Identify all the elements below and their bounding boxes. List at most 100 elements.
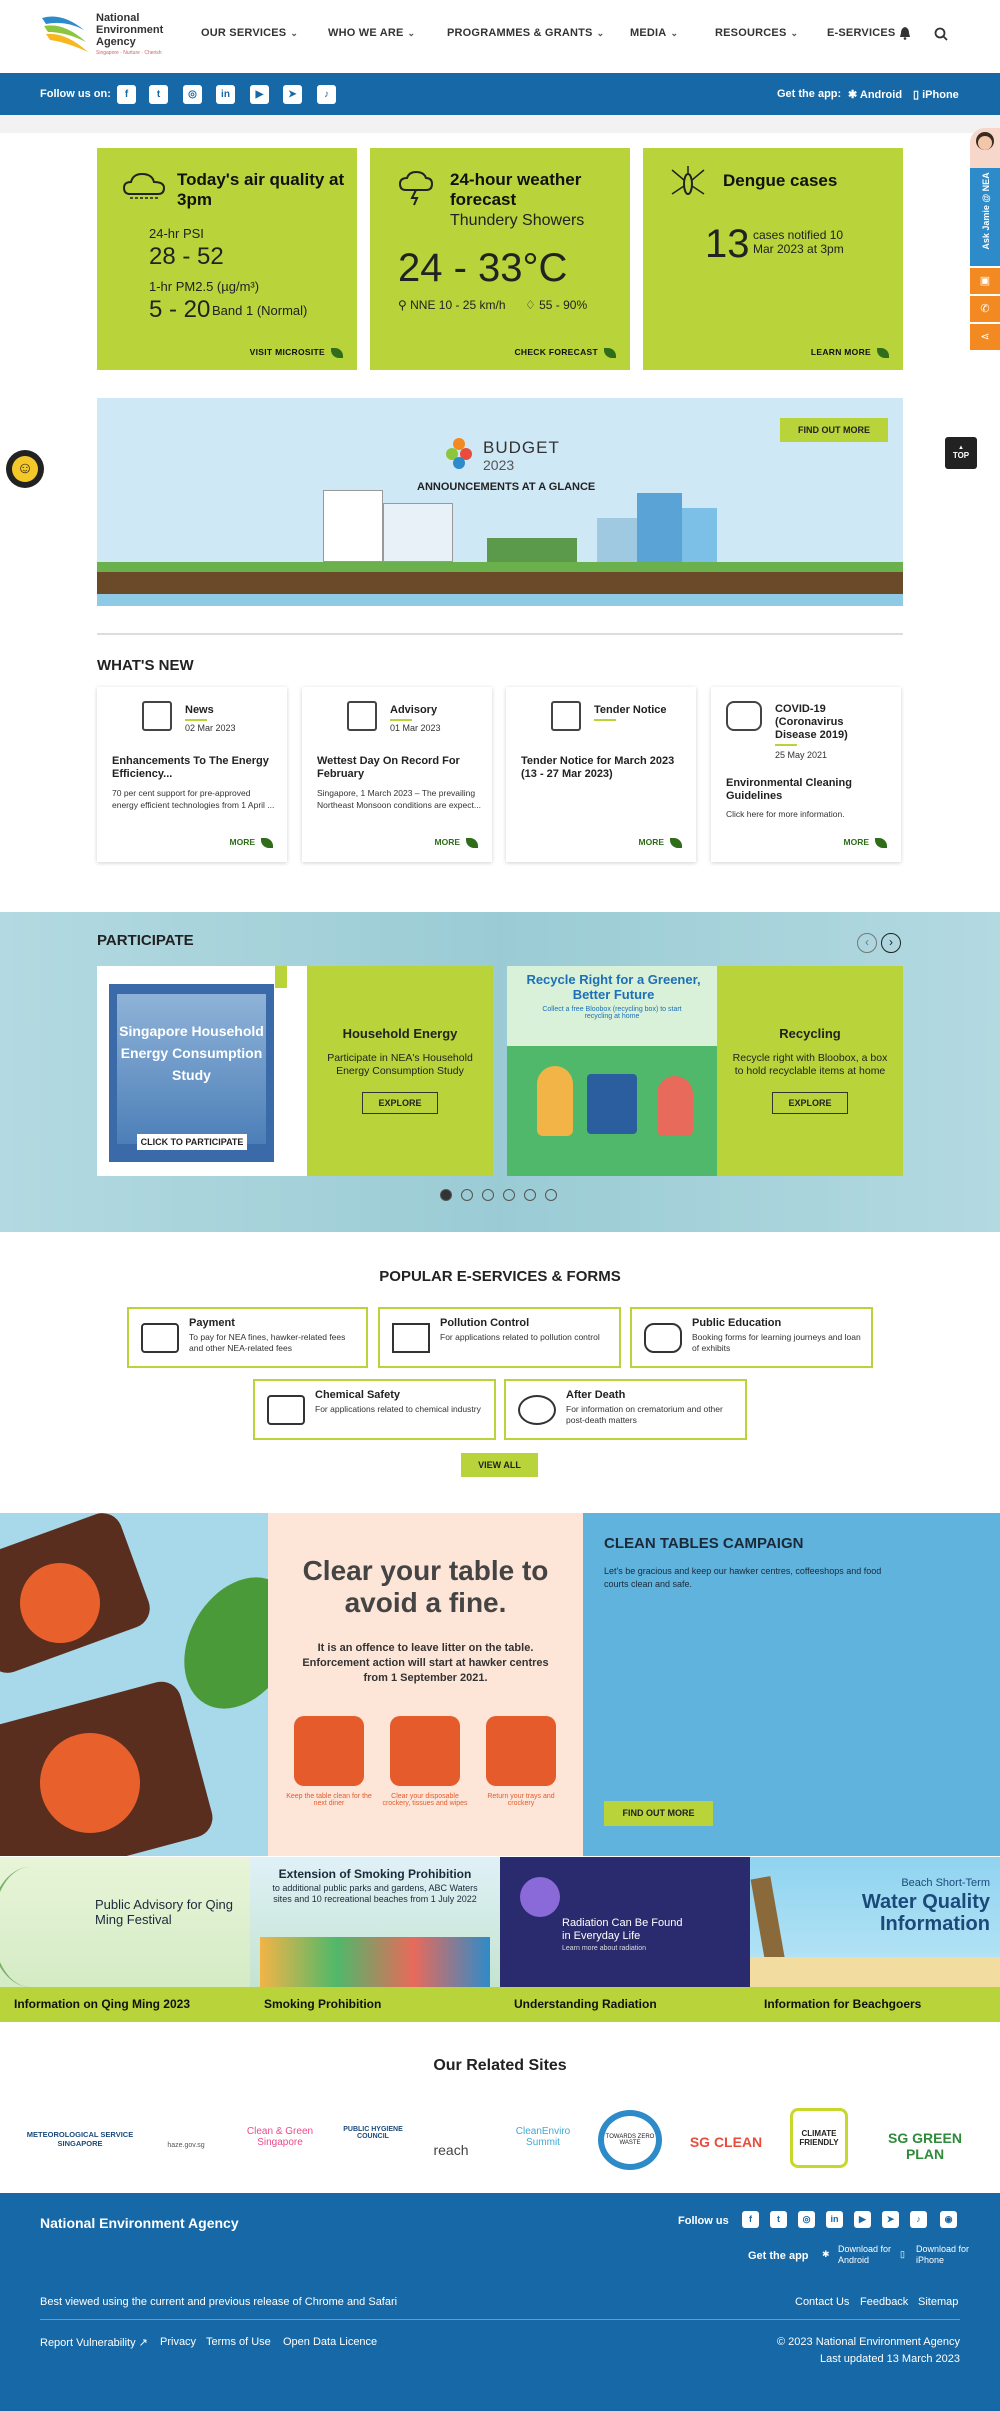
related-site-clean-green[interactable]: Clean & Green Singapore <box>240 2112 320 2162</box>
linkedin-icon[interactable]: in <box>216 85 235 104</box>
find-out-more-button[interactable]: FIND OUT MORE <box>780 418 888 442</box>
tiktok-icon[interactable]: ♪ <box>317 85 336 104</box>
instagram-icon[interactable]: ◎ <box>183 85 202 104</box>
beach-water-quality-promo[interactable]: Beach Short-Term Water Quality Informati… <box>750 1857 1000 2022</box>
leaf-arrow-icon <box>466 838 478 848</box>
sitemap-link[interactable]: Sitemap <box>918 2296 958 2308</box>
carousel-prev-button[interactable]: ‹ <box>857 933 877 953</box>
rss-icon[interactable]: ◉ <box>940 2211 957 2228</box>
nea-logo[interactable]: National Environment Agency Singapore · … <box>40 10 170 60</box>
report-vulnerability-link[interactable]: Report Vulnerability ↗ <box>40 2336 148 2349</box>
water-strip <box>97 594 903 606</box>
carousel-dot-1[interactable] <box>440 1189 452 1201</box>
eservice-chemical-safety[interactable]: Chemical Safety For applications related… <box>253 1379 496 1440</box>
explore-button[interactable]: EXPLORE <box>772 1092 848 1114</box>
more-link[interactable]: MORE <box>639 837 682 848</box>
tiktok-icon[interactable]: ♪ <box>910 2211 927 2228</box>
budget-banner[interactable]: BUDGET 2023 ANNOUNCEMENTS AT A GLANCE FI… <box>97 398 903 606</box>
share-icon[interactable]: ⋖ <box>970 324 1000 350</box>
check-forecast-link[interactable]: CHECK FORECAST <box>514 347 616 358</box>
nav-media[interactable]: MEDIA ⌄ <box>630 27 678 39</box>
site-label: haze.gov.sg <box>167 2142 205 2149</box>
feedback-link[interactable]: Feedback <box>860 2296 908 2308</box>
view-all-button[interactable]: VIEW ALL <box>461 1453 538 1477</box>
android-app-link[interactable]: ✱ Android <box>848 88 902 101</box>
linkedin-icon[interactable]: in <box>826 2211 843 2228</box>
qing-ming-promo[interactable]: Public Advisory for Qing Ming Festival I… <box>0 1857 250 2022</box>
recycling-image[interactable]: Recycle Right for a Greener, Better Futu… <box>507 966 717 1176</box>
eservice-after-death[interactable]: After Death For information on crematori… <box>504 1379 747 1440</box>
smoking-prohibition-promo[interactable]: Extension of Smoking Prohibition to addi… <box>250 1857 500 2022</box>
temperature-value: 24 - 33°C <box>398 246 568 290</box>
carousel-dot-5[interactable] <box>524 1189 536 1201</box>
promo-image-big: Water Quality Information <box>861 1891 990 1935</box>
facebook-icon[interactable]: f <box>742 2211 759 2228</box>
carousel-dot-4[interactable] <box>503 1189 515 1201</box>
card-title: Enhancements To The Energy Efficiency... <box>112 755 269 780</box>
more-link[interactable]: MORE <box>230 837 273 848</box>
iphone-app-link[interactable]: ▯ iPhone <box>913 88 959 101</box>
eservice-payment[interactable]: Payment To pay for NEA fines, hawker-rel… <box>127 1307 368 1368</box>
eservice-public-education[interactable]: Public Education Booking forms for learn… <box>630 1307 873 1368</box>
back-to-top-button[interactable]: ▲ TOP <box>945 437 977 469</box>
phone-call-icon[interactable]: ✆ <box>970 296 1000 322</box>
nav-e-services[interactable]: E-SERVICES <box>827 27 895 39</box>
related-site-reach[interactable]: reach <box>426 2112 476 2162</box>
related-site-phc[interactable]: PUBLIC HYGIENE COUNCIL <box>337 2112 409 2162</box>
radiation-promo[interactable]: Radiation Can Be Found in Everyday Life … <box>500 1857 750 2022</box>
telegram-icon[interactable]: ➤ <box>283 85 302 104</box>
ask-jamie-tab[interactable]: Ask Jamie @ NEA <box>970 168 1000 266</box>
youtube-icon[interactable]: ▶ <box>854 2211 871 2228</box>
feedback-smiley-button[interactable]: ☺ <box>6 450 44 488</box>
terms-of-use-link[interactable]: Terms of Use <box>206 2336 271 2348</box>
youtube-icon[interactable]: ▶ <box>250 85 269 104</box>
participate-heading: PARTICIPATE <box>97 932 194 949</box>
air-quality-tile[interactable]: Today's air quality at 3pm 24-hr PSI 28 … <box>97 148 357 370</box>
bell-icon[interactable] <box>899 26 911 40</box>
explore-button[interactable]: EXPLORE <box>362 1092 438 1114</box>
nav-programmes-grants[interactable]: PROGRAMMES & GRANTS ⌄ <box>447 27 604 39</box>
telegram-icon[interactable]: ➤ <box>882 2211 899 2228</box>
carousel-next-button[interactable]: › <box>881 933 901 953</box>
nav-resources[interactable]: RESOURCES ⌄ <box>715 27 798 39</box>
learn-more-link[interactable]: LEARN MORE <box>811 347 889 358</box>
nav-label: MEDIA <box>630 27 667 39</box>
related-site-sg-clean[interactable]: SG CLEAN <box>686 2112 766 2162</box>
lock-icon[interactable]: ▣ <box>970 268 1000 294</box>
covid-card[interactable]: COVID-19 (Coronavirus Disease 2019) 25 M… <box>711 687 901 862</box>
nav-who-we-are[interactable]: WHO WE ARE ⌄ <box>328 27 415 39</box>
more-link[interactable]: MORE <box>844 837 887 848</box>
open-data-licence-link[interactable]: Open Data Licence <box>283 2336 377 2348</box>
related-site-climate-friendly[interactable]: CLIMATE FRIENDLY <box>790 2108 848 2168</box>
weather-tile[interactable]: 24-hour weather forecast Thundery Shower… <box>370 148 630 370</box>
facebook-icon[interactable]: f <box>117 85 136 104</box>
eservice-pollution-control[interactable]: Pollution Control For applications relat… <box>378 1307 621 1368</box>
related-site-sg-green-plan[interactable]: SG GREEN PLAN <box>870 2112 980 2162</box>
twitter-icon[interactable]: t <box>149 85 168 104</box>
carousel-dot-2[interactable] <box>461 1189 473 1201</box>
psi-label: 24-hr PSI <box>149 226 204 241</box>
household-energy-image[interactable]: Singapore Household Energy Consumption S… <box>97 966 307 1176</box>
related-site-haze[interactable]: haze.gov.sg <box>158 2112 214 2162</box>
related-site-zero-waste[interactable]: TOWARDS ZERO WASTE <box>598 2110 662 2170</box>
leaf-arrow-icon <box>261 838 273 848</box>
dengue-tile[interactable]: Dengue cases 13 cases notified 10 Mar 20… <box>643 148 903 370</box>
find-out-more-button[interactable]: FIND OUT MORE <box>604 1801 713 1826</box>
contact-us-link[interactable]: Contact Us <box>795 2296 849 2308</box>
visit-microsite-link[interactable]: VISIT MICROSITE <box>250 347 343 358</box>
more-link[interactable]: MORE <box>435 837 478 848</box>
ask-jamie-avatar[interactable] <box>970 128 1000 170</box>
poster-frame: Singapore Household Energy Consumption S… <box>109 984 274 1162</box>
nav-our-services[interactable]: OUR SERVICES ⌄ <box>201 27 298 39</box>
tender-notice-card[interactable]: Tender Notice Tender Notice for March 20… <box>506 687 696 862</box>
search-icon[interactable] <box>934 27 948 41</box>
advisory-card[interactable]: Advisory 01 Mar 2023 Wettest Day On Reco… <box>302 687 492 862</box>
twitter-icon[interactable]: t <box>770 2211 787 2228</box>
privacy-link[interactable]: Privacy <box>160 2336 196 2348</box>
carousel-dot-3[interactable] <box>482 1189 494 1201</box>
related-site-mss[interactable]: METEOROLOGICAL SERVICE SINGAPORE <box>25 2112 135 2162</box>
carousel-dot-6[interactable] <box>545 1189 557 1201</box>
news-card[interactable]: News 02 Mar 2023 Enhancements To The Ene… <box>97 687 287 862</box>
instagram-icon[interactable]: ◎ <box>798 2211 815 2228</box>
related-site-cleanenviro[interactable]: CleanEnviro Summit <box>503 2112 583 2162</box>
